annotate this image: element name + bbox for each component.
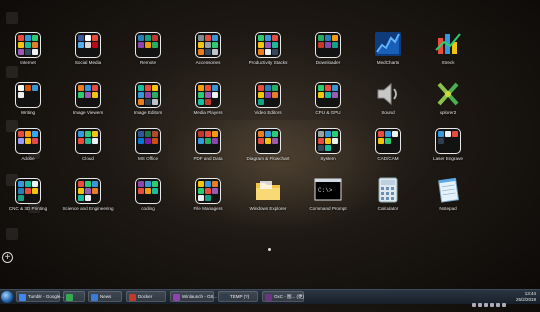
launcher-folder[interactable]: PDF and Data — [176, 126, 240, 168]
taskbar-button[interactable]: Tumblr - Google... — [16, 291, 64, 302]
cloud-folder-icon — [75, 128, 101, 154]
page-indicator-dot[interactable] — [268, 248, 271, 251]
launcher-folder[interactable]: Diagram & Flowchart — [236, 126, 300, 168]
taskbar-button-label: Winlaunch - OS... — [182, 294, 218, 299]
ms-office-folder-icon — [135, 128, 161, 154]
launcher-folder[interactable]: Accessories — [176, 30, 240, 72]
cpu-gpu-folder-icon — [315, 82, 341, 108]
docker-icon — [129, 293, 136, 301]
internet-folder-icon — [15, 32, 41, 58]
medcharts-app-icon — [374, 30, 402, 58]
taskbar-button[interactable]: Docker — [126, 291, 166, 302]
taskbar-button[interactable] — [63, 291, 85, 302]
media-players-folder-icon — [195, 82, 221, 108]
taskbar-button[interactable]: OxC - 图... (更) — [262, 291, 304, 302]
launcher-app[interactable]: Notepad — [416, 176, 480, 218]
taskbar-button[interactable]: TEMP (?) — [218, 291, 258, 302]
accessories-folder-icon — [195, 32, 221, 58]
launcher-folder[interactable]: Social Media — [56, 30, 120, 72]
launcher-folder[interactable]: Cloud — [56, 126, 120, 168]
writing-folder-icon — [15, 82, 41, 108]
launcher-folder[interactable]: MS Office — [116, 126, 180, 168]
launcher-folder[interactable]: Image Editors — [116, 80, 180, 122]
system-tray-icons[interactable] — [472, 294, 514, 307]
launcher-item-label: Notepad — [439, 206, 457, 211]
remote-folder-icon — [135, 32, 161, 58]
clock-date: 25/2/2019 — [515, 296, 536, 302]
downloader-folder-icon — [315, 32, 341, 58]
launcher-folder[interactable]: Writing — [0, 80, 60, 122]
taskbar-button[interactable]: Winlaunch - OS... — [170, 291, 218, 302]
chrome-icon — [66, 293, 73, 301]
sound-app-icon — [374, 80, 402, 108]
launcher-app[interactable]: xplorer2 — [416, 80, 480, 122]
svg-text:C:\>: C:\> — [318, 187, 333, 194]
launcher-folder[interactable]: Media Players — [176, 80, 240, 122]
chrome-icon — [19, 293, 26, 301]
launcher-folder[interactable]: Remote — [116, 30, 180, 72]
launcher-folder[interactable]: coding — [116, 176, 180, 218]
xtreck-app-icon — [434, 30, 462, 58]
launcher-folder[interactable]: CPU & GPU — [296, 80, 360, 122]
taskbar-button[interactable]: News — [88, 291, 122, 302]
launcher-item-label: Laser Engrave — [433, 156, 463, 161]
launcher-app[interactable]: MedCharts — [356, 30, 420, 72]
launcher-folder[interactable]: Science and Engineering — [56, 176, 120, 218]
launcher-item-label: Xtreck — [441, 60, 455, 65]
taskbar: 13:44 25/2/2019 Tumblr - Google... News Do… — [0, 289, 540, 307]
cad-cam-folder-icon — [375, 128, 401, 154]
taskbar-button-label: TEMP (?) — [230, 294, 250, 299]
calculator-app-icon — [374, 176, 402, 204]
launcher-folder[interactable]: System — [296, 126, 360, 168]
command-prompt-app-icon: C:\> — [314, 176, 342, 204]
launcher-folder[interactable]: File Managers — [176, 176, 240, 218]
launcher-grid: Internet Social Media Remote Accessories Pro… — [0, 0, 540, 245]
launcher-folder[interactable]: Image Viewers — [56, 80, 120, 122]
file-managers-folder-icon — [195, 178, 221, 204]
pdf-data-folder-icon — [195, 128, 221, 154]
launcher-folder[interactable]: Internet — [0, 30, 60, 72]
launcher-folder[interactable]: CAD/CAM — [356, 126, 420, 168]
laser-engrave-folder-icon — [435, 128, 461, 154]
video-editors-folder-icon — [255, 82, 281, 108]
science-engineering-folder-icon — [75, 178, 101, 204]
launcher-folder[interactable]: CNC & 3D Printing — [0, 176, 60, 218]
diagram-flowchart-folder-icon — [255, 128, 281, 154]
coding-folder-icon — [135, 178, 161, 204]
launcher-folder[interactable]: Video Editors — [236, 80, 300, 122]
clock[interactable]: 13:44 25/2/2019 — [516, 291, 536, 302]
launcher-app[interactable]: Windows Explorer — [236, 176, 300, 218]
taskbar-button-label: Tumblr - Google... — [28, 294, 65, 299]
cnc-3d-printing-folder-icon — [15, 178, 41, 204]
system-folder-icon — [315, 128, 341, 154]
launcher-app[interactable]: Calculator — [356, 176, 420, 218]
launcher-folder[interactable]: Adobe — [0, 126, 60, 168]
launcher-folder[interactable]: Downloader — [296, 30, 360, 72]
social-media-folder-icon — [75, 32, 101, 58]
windows-explorer-app-icon — [254, 176, 282, 204]
notepad-app-icon — [434, 176, 462, 204]
app-icon — [265, 293, 272, 301]
winlaunch-icon — [173, 293, 180, 301]
launcher-folder[interactable]: Laser Engrave — [416, 126, 480, 168]
xplorer2-app-icon — [434, 80, 462, 108]
add-button[interactable]: + — [2, 252, 13, 263]
launcher-app[interactable]: Xtreck — [416, 30, 480, 72]
news-icon — [91, 293, 98, 301]
start-button[interactable] — [1, 291, 13, 303]
image-viewers-folder-icon — [75, 82, 101, 108]
launcher-folder[interactable]: Productivity Stacks — [236, 30, 300, 72]
taskbar-button-label: News — [100, 294, 112, 299]
taskbar-button-label: Docker — [138, 294, 153, 299]
productivity-stacks-folder-icon — [255, 32, 281, 58]
launcher-app[interactable]: C:\> Command Prompt — [296, 176, 360, 218]
launcher-item-label: xplorer2 — [439, 110, 457, 115]
adobe-folder-icon — [15, 128, 41, 154]
launcher-app[interactable]: Sound — [356, 80, 420, 122]
folder-icon — [221, 293, 228, 301]
image-editors-folder-icon — [135, 82, 161, 108]
taskbar-button-label: OxC - 图... (更) — [274, 294, 304, 299]
